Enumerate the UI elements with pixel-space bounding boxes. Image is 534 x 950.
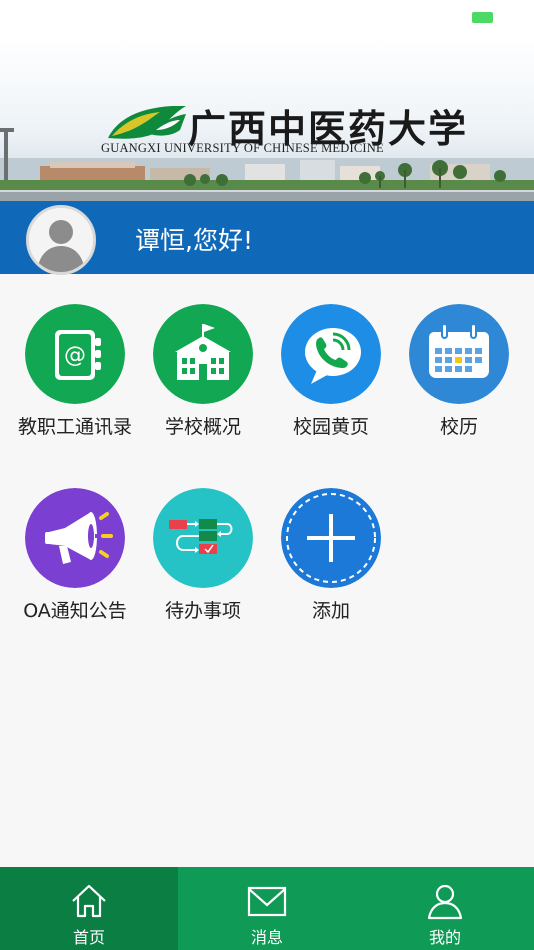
university-name-english: GUANGXI UNIVERSITY OF CHINESE MEDICINE: [101, 141, 384, 155]
workflow-icon: [153, 488, 253, 588]
status-bar: [0, 0, 534, 40]
app-label: 校历: [439, 416, 478, 438]
svg-text:@: @: [64, 343, 86, 368]
school-building-icon: [153, 304, 253, 404]
avatar[interactable]: [26, 205, 96, 275]
envelope-icon: [247, 886, 287, 917]
app-pending-tasks[interactable]: 待办事项: [139, 488, 267, 638]
app-school-calendar[interactable]: 校历: [395, 304, 523, 454]
phone-chat-icon: [281, 304, 381, 404]
app-label: 学校概况: [164, 416, 241, 438]
app-school-overview[interactable]: 学校概况: [139, 304, 267, 454]
tab-messages[interactable]: 消息: [178, 867, 356, 950]
app-label: 添加: [311, 600, 350, 622]
app-label: 待办事项: [164, 600, 241, 622]
app-label: 教职工通讯录: [17, 416, 132, 438]
university-banner: 广西中医药大学 GUANGXI UNIVERSITY OF CHINESE ME…: [0, 40, 534, 201]
app-add-button[interactable]: 添加: [267, 488, 395, 638]
tab-label: 我的: [428, 928, 461, 947]
app-label: 校园黄页: [292, 416, 369, 438]
user-header: 谭恒,您好!: [0, 201, 534, 275]
megaphone-icon: [25, 488, 125, 588]
tab-label: 消息: [250, 928, 283, 947]
tab-label: 首页: [72, 928, 105, 947]
address-book-icon: @: [25, 304, 125, 404]
home-icon: [72, 884, 106, 918]
app-oa-notices[interactable]: OA通知公告: [11, 488, 139, 638]
app-campus-yellow-pages[interactable]: 校园黄页: [267, 304, 395, 454]
user-greeting: 谭恒,您好!: [135, 226, 253, 255]
default-avatar-icon: [29, 208, 93, 272]
bottom-tab-bar: 首页 消息 我的: [0, 867, 534, 950]
tab-mine[interactable]: 我的: [356, 867, 534, 950]
calendar-icon: [409, 304, 509, 404]
app-staff-directory[interactable]: @ 教职工通讯录: [11, 304, 139, 454]
plus-icon: [281, 488, 381, 588]
battery-icon: [472, 12, 493, 23]
app-label: OA通知公告: [23, 600, 127, 622]
user-icon: [427, 884, 463, 920]
tab-home[interactable]: 首页: [0, 867, 178, 950]
